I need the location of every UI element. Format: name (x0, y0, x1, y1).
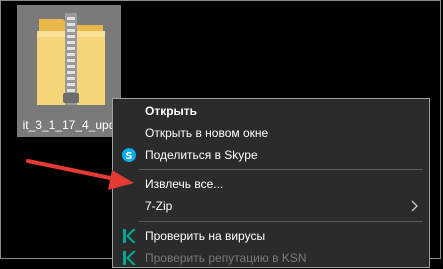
menu-item-label: Извлечь все... (145, 177, 224, 191)
menu-item-label: Поделиться в Skype (145, 148, 258, 162)
zip-folder-icon (37, 13, 105, 105)
desktop-file-item[interactable]: it_3_1_17_4_upd (17, 5, 121, 137)
menu-item-label: Проверить на вирусы (145, 229, 266, 243)
file-name-label: it_3_1_17_4_upd (22, 118, 116, 132)
chevron-right-icon (411, 200, 418, 212)
menu-item-open[interactable]: Открыть (113, 100, 429, 122)
kaspersky-icon (123, 251, 136, 265)
svg-text:S: S (125, 151, 132, 162)
menu-item-check-reputation-ksn[interactable]: Проверить репутацию в KSN (113, 247, 429, 269)
menu-item-label: Открыть (145, 104, 198, 118)
menu-item-label: Открыть в новом окне (145, 126, 269, 140)
menu-item-label: Проверить репутацию в KSN (145, 251, 307, 265)
menu-separator (139, 221, 423, 222)
menu-item-extract-all[interactable]: Извлечь все... (113, 173, 429, 195)
menu-item-scan-virus[interactable]: Проверить на вирусы (113, 225, 429, 247)
menu-separator (139, 169, 423, 170)
kaspersky-icon (123, 229, 136, 243)
skype-icon: S (122, 148, 136, 162)
menu-item-label: 7-Zip (145, 199, 173, 213)
menu-item-7zip[interactable]: 7-Zip (113, 195, 429, 217)
menu-item-open-new-window[interactable]: Открыть в новом окне (113, 122, 429, 144)
context-menu: Открыть Открыть в новом окне S Поделитьс… (112, 98, 430, 268)
menu-item-share-skype[interactable]: S Поделиться в Skype (113, 144, 429, 166)
